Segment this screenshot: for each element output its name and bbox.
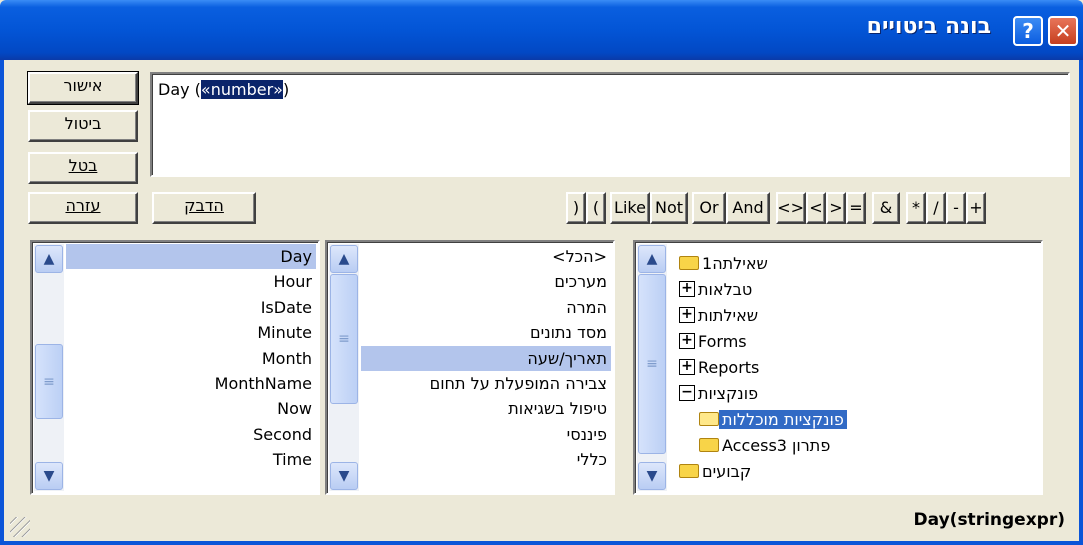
tree-item[interactable]: + Forms — [675, 328, 996, 354]
categorie-list-item[interactable]: פיננסי — [361, 422, 611, 447]
operator-button[interactable]: Or — [692, 192, 726, 224]
categorie-list-item[interactable]: צבירה המופעלת על תחום — [361, 371, 611, 396]
tree-item-label: טבלאות — [698, 279, 753, 299]
undo-button[interactable]: בטל — [28, 152, 138, 184]
operator-button[interactable]: & — [872, 192, 900, 224]
scroll-thumb[interactable]: ≡ — [330, 274, 358, 404]
tree-item-label: פונקציות מוכללות — [719, 409, 847, 429]
categorie-list-item[interactable]: <הכל> — [361, 244, 611, 269]
resize-grip-icon[interactable] — [10, 517, 30, 537]
close-icon[interactable]: ✕ — [1048, 16, 1078, 46]
function-list-item[interactable]: MonthName — [66, 371, 316, 396]
expand-plus-icon[interactable]: + — [679, 307, 695, 323]
tree-item[interactable]: − פונקציות — [675, 380, 996, 406]
operator-button[interactable]: - — [946, 192, 966, 224]
categorie-list-item[interactable]: המרה — [361, 295, 611, 320]
tree-item[interactable]: + שאילתות — [675, 302, 996, 328]
categorie-list-item[interactable]: מערכים — [361, 269, 611, 294]
object-tree[interactable]: ▲ ≡ ▼ שאילתה1 + טבלאות + שאילתות + Forms + Repor… — [633, 240, 1043, 495]
scroll-down-icon[interactable]: ▼ — [35, 462, 63, 490]
operator-button[interactable]: Like — [610, 192, 650, 224]
tree-item[interactable]: + טבלאות — [675, 276, 996, 302]
categorie-list-item[interactable]: כללי — [361, 447, 611, 472]
tree-item-label: שאילתה1 — [702, 253, 768, 273]
folder-icon[interactable] — [679, 464, 699, 478]
scroll-thumb-grip-icon: ≡ — [338, 331, 350, 347]
expression-placeholder-arg[interactable]: «number» — [200, 80, 283, 99]
collapse-minus-icon[interactable]: − — [679, 385, 695, 401]
tree-item-label: פונקציות — [698, 383, 759, 403]
tree-item-label: Reports — [698, 357, 760, 377]
tree-item[interactable]: + Reports — [675, 354, 996, 380]
scroll-thumb-grip-icon: ≡ — [646, 356, 658, 372]
tree-item[interactable]: פונקציות מוכללות — [695, 406, 996, 432]
expression-editor[interactable]: Day («number») — [150, 72, 1070, 177]
scroll-down-icon[interactable]: ▼ — [330, 462, 358, 490]
operator-button[interactable]: = — [846, 192, 866, 224]
tree-item[interactable]: קבועים — [675, 458, 996, 484]
scroll-thumb-grip-icon: ≡ — [43, 373, 55, 390]
scroll-up-icon[interactable]: ▲ — [35, 245, 63, 273]
expression-prefix: Day ( — [158, 80, 201, 99]
scroll-down-icon[interactable]: ▼ — [638, 462, 666, 490]
categorie-list-item[interactable]: טיפול בשגיאות — [361, 396, 611, 421]
function-scrollbar[interactable]: ▲ ≡ ▼ — [34, 244, 64, 491]
tree-item-label: שאילתות — [698, 305, 759, 325]
expand-plus-icon[interactable]: + — [679, 333, 695, 349]
category-scrollbar[interactable]: ▲ ≡ ▼ — [329, 244, 359, 491]
operator-button[interactable]: ) — [586, 192, 606, 224]
paste-button[interactable]: הדבק — [152, 192, 256, 224]
function-items: Day Hour IsDate Minute Month MonthName Now Seco… — [66, 244, 316, 473]
tree-item-label: Access3 פתרון — [722, 435, 831, 455]
tree-item[interactable]: שאילתה1 — [675, 250, 996, 276]
tree-item-label: Forms — [698, 331, 747, 351]
help-button[interactable]: עזרה — [28, 192, 138, 224]
categorie-list-item[interactable]: תאריך/שעה — [361, 345, 611, 371]
scroll-up-icon[interactable]: ▲ — [638, 245, 666, 273]
folder-icon[interactable] — [699, 438, 719, 452]
operator-button[interactable]: ( — [566, 192, 586, 224]
function-list-item[interactable]: Second — [66, 422, 316, 447]
window-title: בונה ביטויים — [866, 14, 991, 39]
function-list-item[interactable]: Day — [66, 244, 316, 270]
operator-button[interactable]: * — [906, 192, 926, 224]
operator-button[interactable]: + — [966, 192, 986, 224]
function-list-item[interactable]: Hour — [66, 269, 316, 294]
categorie-list-item[interactable]: מסד נתונים — [361, 320, 611, 345]
scroll-thumb[interactable]: ≡ — [35, 344, 63, 419]
function-list-item[interactable]: Now — [66, 396, 316, 421]
category-items: <הכל> מערכים המרה מסד נתונים תאריך/שעה צבירה … — [361, 244, 611, 473]
title-bar[interactable]: בונה ביטויים ? ✕ — [0, 0, 1083, 60]
expand-plus-icon[interactable]: + — [679, 281, 695, 297]
function-list-item[interactable]: IsDate — [66, 295, 316, 320]
expression-suffix: ) — [282, 80, 290, 99]
operator-button[interactable]: < — [826, 192, 846, 224]
scroll-up-icon[interactable]: ▲ — [330, 245, 358, 273]
operator-button[interactable]: > — [806, 192, 826, 224]
tree-item[interactable]: Access3 פתרון — [695, 432, 996, 458]
operator-button[interactable]: And — [726, 192, 770, 224]
category-list[interactable]: ▲ ≡ ▼ <הכל> מערכים המרה מסד נתונים תאריך/שעה… — [325, 240, 615, 495]
operator-button[interactable]: Not — [650, 192, 688, 224]
function-list-item[interactable]: Time — [66, 447, 316, 472]
operator-button[interactable]: / — [926, 192, 946, 224]
operator-button[interactable]: <> — [776, 192, 806, 224]
ok-button[interactable]: אישור — [27, 71, 139, 105]
function-list[interactable]: ▲ ≡ ▼ Day Hour IsDate Minute Month MonthName N… — [30, 240, 320, 495]
cancel-button[interactable]: ביטול — [28, 110, 138, 142]
scroll-thumb[interactable]: ≡ — [638, 274, 666, 454]
open-folder-icon[interactable] — [699, 412, 719, 426]
tree-scrollbar[interactable]: ▲ ≡ ▼ — [637, 244, 667, 491]
folder-icon[interactable] — [679, 256, 699, 270]
function-syntax: Day(stringexpr) — [913, 510, 1065, 530]
expand-plus-icon[interactable]: + — [679, 359, 695, 375]
question-mark-icon[interactable]: ? — [1013, 16, 1043, 46]
function-list-item[interactable]: Month — [66, 346, 316, 371]
function-list-item[interactable]: Minute — [66, 320, 316, 345]
tree-item-label: קבועים — [702, 461, 752, 481]
